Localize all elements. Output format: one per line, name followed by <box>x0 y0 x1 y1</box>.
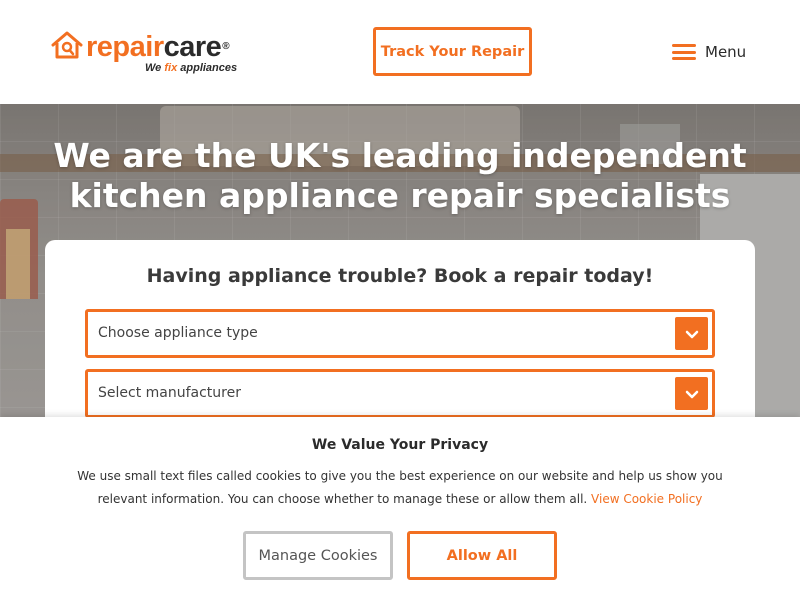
repaircare-logo[interactable]: repaircare® We fix appliances <box>50 28 250 78</box>
logo-word-care: care <box>163 31 222 63</box>
site-header: repaircare® We fix appliances Track Your… <box>0 0 800 104</box>
tagline-pre: We <box>145 62 165 74</box>
tagline-fix: fix <box>164 62 178 74</box>
menu-button[interactable]: Menu <box>672 40 746 64</box>
manufacturer-select-label: Select manufacturer <box>98 385 241 401</box>
cookie-banner-text: We use small text files called cookies t… <box>60 465 740 511</box>
tagline-post: appliances <box>177 62 238 74</box>
logo-word-repair: repair <box>86 31 164 63</box>
cookie-policy-link[interactable]: View Cookie Policy <box>591 492 702 506</box>
allow-all-button[interactable]: Allow All <box>407 531 557 580</box>
booking-title: Having appliance trouble? Book a repair … <box>146 265 654 287</box>
logo-tagline: We fix appliances <box>145 62 237 74</box>
hamburger-icon <box>672 44 696 60</box>
appliance-type-select[interactable]: Choose appliance type <box>85 309 715 358</box>
track-repair-button[interactable]: Track Your Repair <box>373 27 532 76</box>
chevron-down-icon <box>675 377 708 410</box>
manufacturer-select[interactable]: Select manufacturer <box>85 369 715 418</box>
menu-label: Menu <box>705 43 747 61</box>
cookie-banner: We Value Your Privacy We use small text … <box>0 417 800 600</box>
appliance-type-select-label: Choose appliance type <box>98 325 258 341</box>
house-wrench-icon <box>51 31 83 59</box>
chevron-down-icon <box>675 317 708 350</box>
booking-card: Having appliance trouble? Book a repair … <box>45 240 755 440</box>
registered-mark: ® <box>222 41 230 52</box>
hero-title: We are the UK's leading independent kitc… <box>53 136 747 215</box>
manage-cookies-button[interactable]: Manage Cookies <box>243 531 393 580</box>
logo-wordmark: repaircare® <box>86 30 230 64</box>
cookie-banner-title: We Value Your Privacy <box>311 437 489 453</box>
